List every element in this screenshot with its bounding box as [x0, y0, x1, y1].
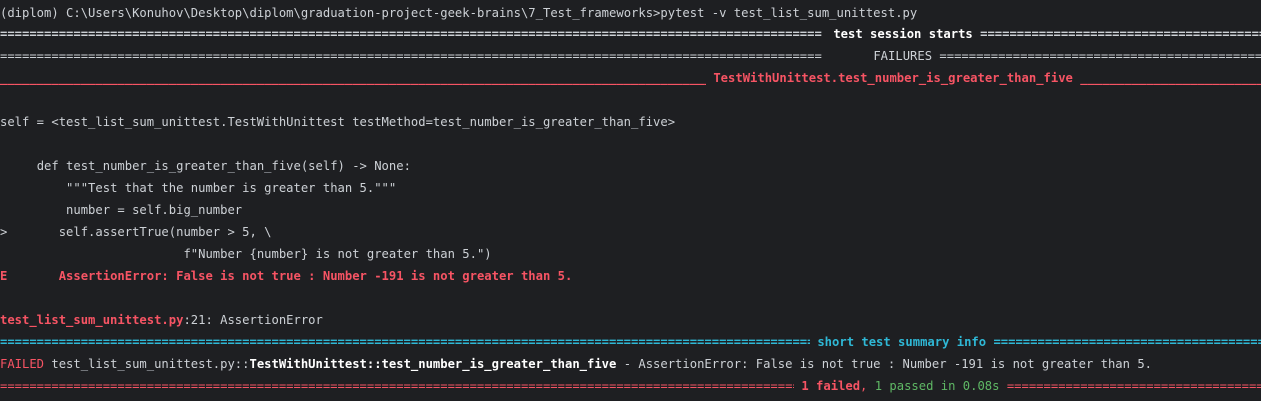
error-file-link[interactable]: test_list_sum_unittest.py — [0, 313, 183, 327]
failed-test-name: TestWithUnittest.test_number_is_greater_… — [713, 71, 1073, 85]
command-text: pytest -v test_list_sum_unittest.py — [660, 6, 918, 20]
code-line: number = self.big_number — [7, 203, 243, 217]
traceback-self-line: self = <test_list_sum_unittest.TestWithU… — [0, 115, 676, 129]
failed-summary-line: FAILED test_list_sum_unittest.py::TestWi… — [0, 357, 1152, 371]
error-location-line: test_list_sum_unittest.py:21: AssertionE… — [0, 313, 323, 327]
failures-banner: ========================================… — [0, 49, 1261, 63]
code-line: """Test that the number is greater than … — [7, 181, 397, 195]
failed-status: FAILED — [0, 357, 45, 371]
virtualenv-name: (diplom) — [0, 6, 59, 20]
failed-count: 1 failed — [801, 379, 861, 393]
session-start-label: test session starts — [833, 27, 973, 41]
failure-test-header: ________________________________________… — [0, 71, 1261, 85]
passed-count: 1 passed in 0.08s — [874, 379, 1000, 393]
final-result-banner: ========================================… — [0, 379, 1261, 393]
command-prompt-line: (diplom) C:\Users\Konuhov\Desktop\diplom… — [0, 2, 1261, 24]
failed-node-id: TestWithUnittest::test_number_is_greater… — [249, 357, 617, 371]
short-summary-banner: ========================================… — [0, 335, 1261, 349]
current-directory: C:\Users\Konuhov\Desktop\diplom\graduati… — [66, 6, 661, 20]
error-message: AssertionError: False is not true : Numb… — [7, 269, 573, 283]
code-line: f"Number {number} is not greater than 5.… — [7, 247, 492, 261]
session-start-banner: ========================================… — [0, 27, 1261, 41]
code-line: def test_number_is_greater_than_five(sel… — [7, 159, 411, 173]
assertion-error-line: E AssertionError: False is not true : Nu… — [0, 265, 1261, 287]
terminal-window[interactable]: (diplom) C:\Users\Konuhov\Desktop\diplom… — [0, 0, 1261, 401]
short-summary-label: short test summary info — [817, 335, 987, 349]
failures-label: FAILURES — [873, 49, 933, 63]
failing-code-line: > self.assertTrue(number > 5, \ — [0, 225, 272, 239]
